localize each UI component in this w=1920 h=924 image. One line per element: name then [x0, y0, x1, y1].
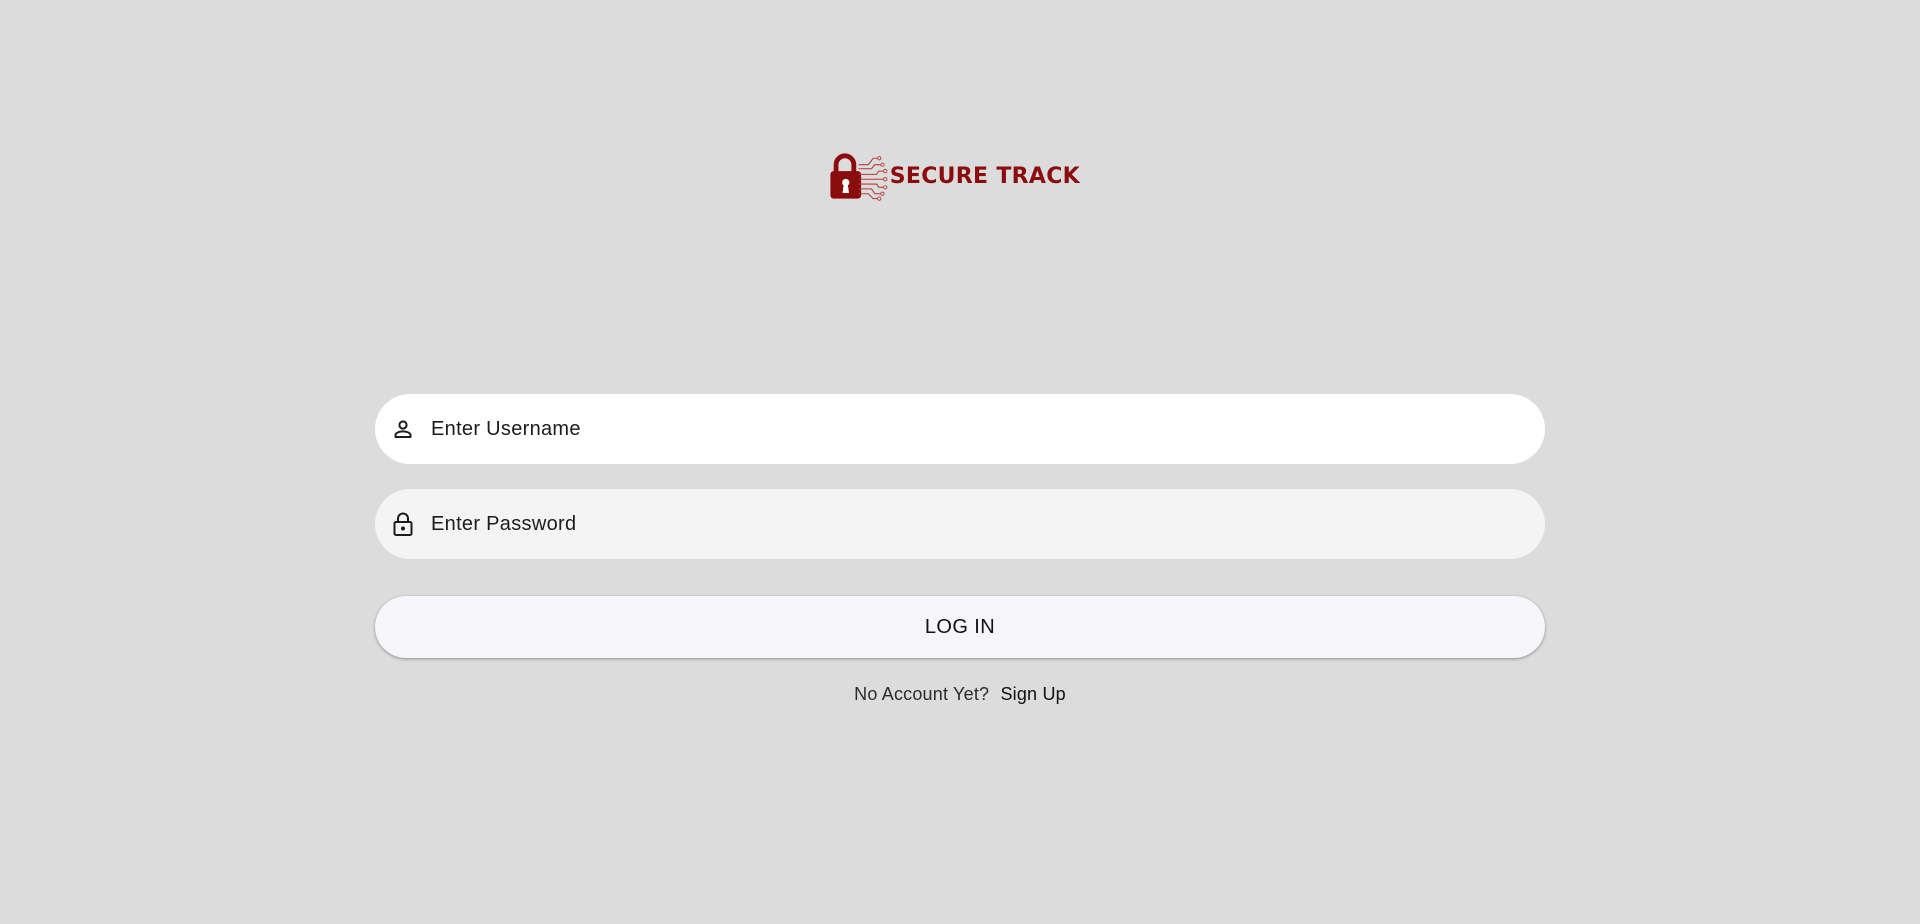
signup-link[interactable]: Sign Up: [1000, 684, 1065, 704]
login-button[interactable]: LOG IN: [375, 596, 1545, 658]
signup-prompt: No Account Yet? Sign Up: [0, 684, 1920, 705]
lock-icon: [389, 510, 417, 538]
signup-prompt-text: No Account Yet?: [854, 684, 990, 704]
brand-name: SECURE TRACK: [889, 163, 1080, 189]
brand-logo: SECURE TRACK: [828, 144, 1080, 208]
password-input[interactable]: [429, 488, 1545, 560]
username-field[interactable]: [375, 393, 1545, 465]
login-page: SECURE TRACK LOG IN No Account Yet? Sign…: [0, 0, 1920, 924]
person-icon: [389, 415, 417, 443]
password-field[interactable]: [375, 488, 1545, 560]
username-input[interactable]: [429, 393, 1545, 465]
padlock-circuit-icon: [830, 153, 888, 201]
